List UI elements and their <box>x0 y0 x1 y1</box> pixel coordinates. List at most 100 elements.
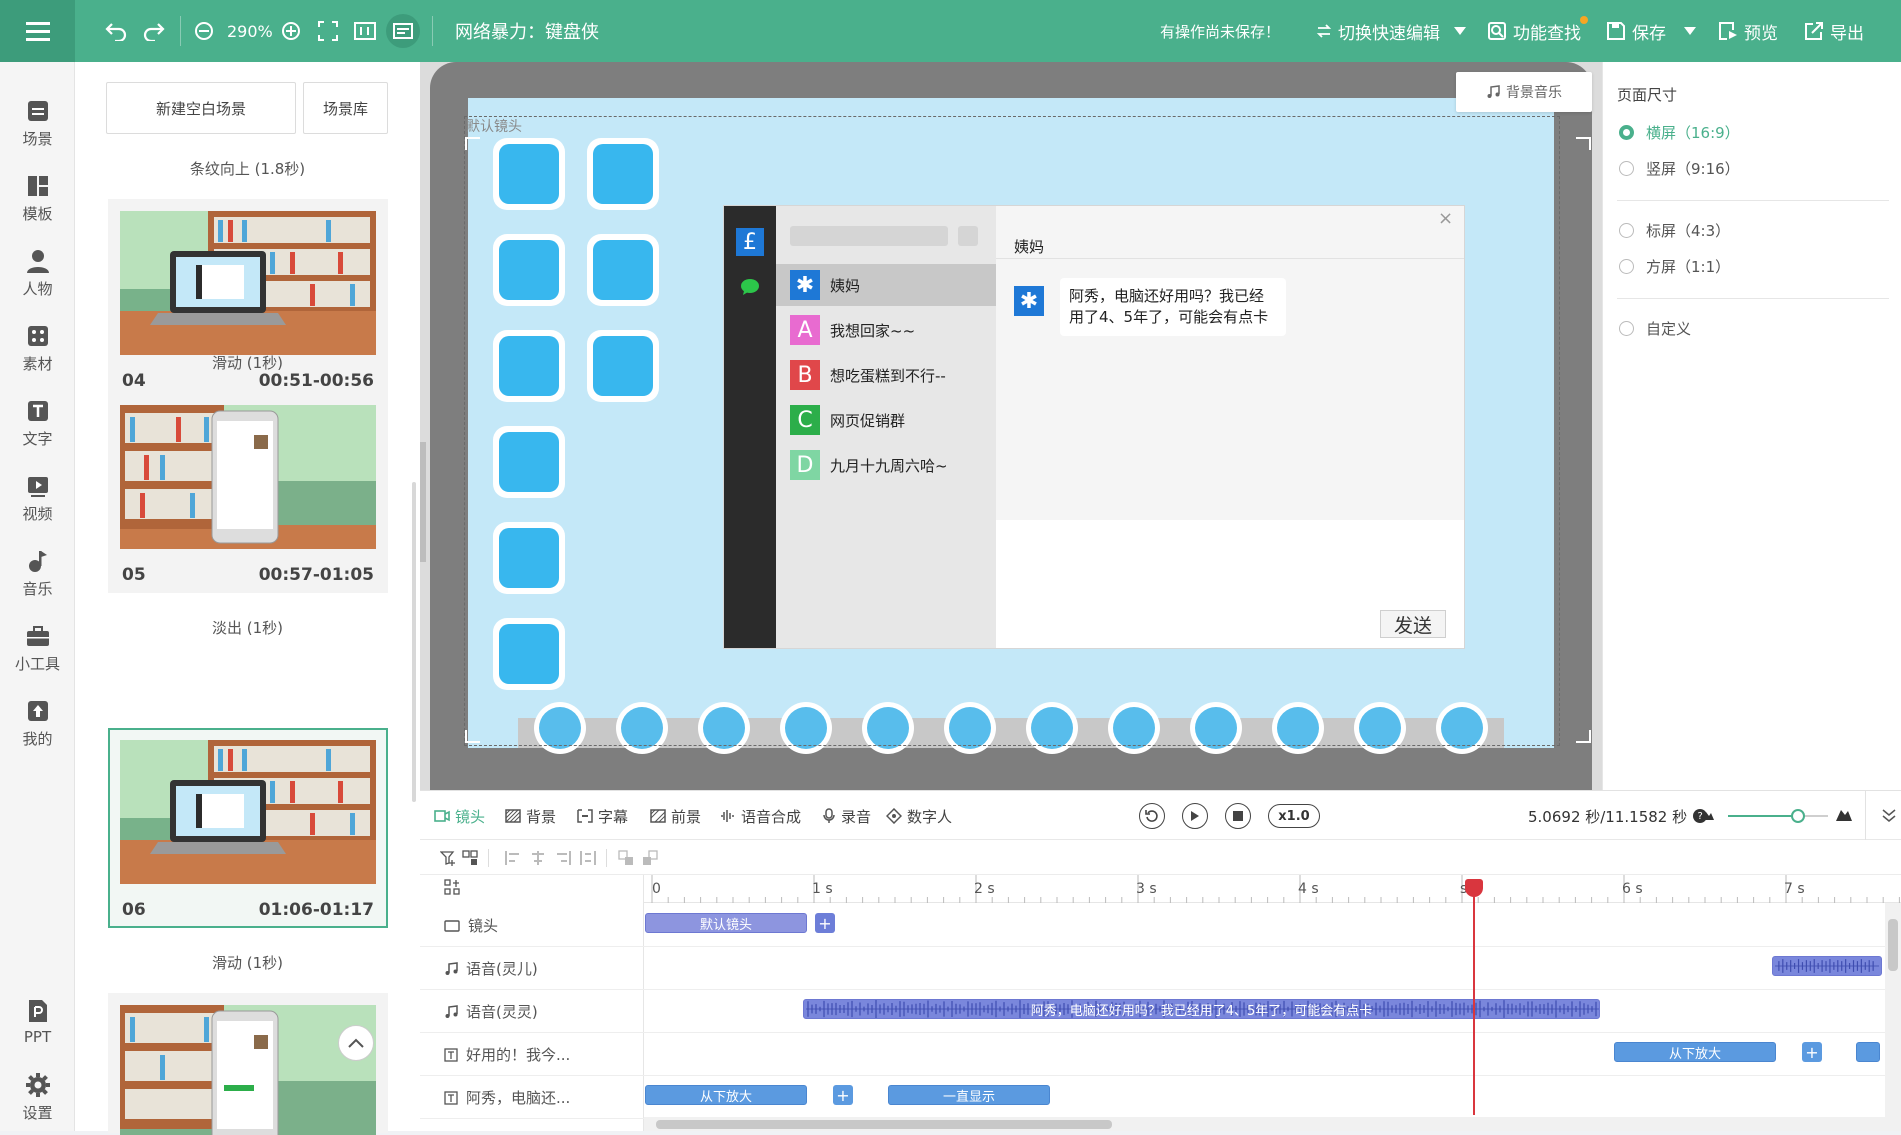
save-options-chevron-icon[interactable] <box>1676 17 1704 45</box>
add-camera-button[interactable]: + <box>815 913 835 933</box>
timeline-tools <box>420 840 1901 875</box>
scene-card-05[interactable]: 05 00:57-01:05 <box>108 393 388 593</box>
track-settings-icon[interactable] <box>444 879 460 895</box>
preview-button[interactable]: 预览 <box>1718 0 1778 62</box>
zoom-large-icon[interactable] <box>1836 807 1852 821</box>
stage-scrollbar[interactable] <box>420 442 426 562</box>
add-text1-animation-button[interactable]: + <box>1802 1042 1822 1062</box>
group-icon[interactable] <box>462 850 478 866</box>
nav-item-material[interactable]: 素材 <box>0 313 75 383</box>
music-note-icon <box>445 1004 458 1018</box>
transition-label[interactable]: 条纹向上 (1.8秒) <box>75 158 420 179</box>
transition-label[interactable]: 淡出 (1秒) <box>75 617 420 638</box>
feature-search-button[interactable]: 功能查找 <box>1487 0 1581 62</box>
tab-record[interactable]: 录音 <box>822 791 871 841</box>
ratio-9-16-option[interactable]: 竖屏（9:16） <box>1619 158 1740 179</box>
bg-music-button[interactable]: 背景音乐 <box>1456 72 1592 112</box>
stop-button[interactable] <box>1225 803 1251 829</box>
tab-background[interactable]: 背景 <box>505 791 556 841</box>
scene-card-07[interactable] <box>108 993 388 1135</box>
timeline-vscroll[interactable] <box>1885 903 1901 1117</box>
zoom-in-icon[interactable] <box>277 17 305 45</box>
tab-subtitle[interactable]: 字幕 <box>577 791 628 841</box>
tab-foreground[interactable]: 前景 <box>650 791 701 841</box>
nav-item-mine[interactable]: 我的 <box>0 688 75 758</box>
tab-camera[interactable]: 镜头 <box>434 791 485 841</box>
transition-label[interactable]: 滑动 (1秒) <box>75 952 420 973</box>
zoom-slider-handle[interactable] <box>1791 809 1805 823</box>
microphone-icon <box>823 808 835 823</box>
track-name: 语音(灵灵) <box>466 1003 538 1021</box>
ratio-16-9-option[interactable]: 横屏（16:9） <box>1619 122 1740 143</box>
align-right-icon[interactable] <box>555 850 571 866</box>
hscroll-thumb[interactable] <box>656 1120 1112 1129</box>
nav-item-template[interactable]: 模板 <box>0 163 75 233</box>
nav-item-video[interactable]: 视频 <box>0 463 75 533</box>
undo-icon[interactable] <box>102 17 130 45</box>
align-center-icon[interactable] <box>530 850 546 866</box>
scene-library-button[interactable]: 场景库 <box>303 82 388 134</box>
zoom-small-icon[interactable] <box>1702 810 1714 820</box>
text1-clip-end[interactable] <box>1856 1042 1880 1062</box>
new-blank-scene-button[interactable]: 新建空白场景 <box>106 82 296 134</box>
track-label-voice2[interactable]: 语音(灵灵) <box>444 1001 538 1022</box>
tab-tts[interactable]: 语音合成 <box>720 791 801 841</box>
text2-enter-clip[interactable]: 从下放大 <box>645 1085 807 1105</box>
playback-speed-button[interactable]: x1.0 <box>1268 804 1320 828</box>
timeline-hscroll[interactable] <box>644 1117 1901 1131</box>
subtitle-editor-icon[interactable] <box>386 14 420 48</box>
distribute-icon[interactable] <box>580 850 596 866</box>
ratio-4-3-option[interactable]: 标屏（4:3） <box>1619 220 1730 241</box>
add-text2-animation-button[interactable]: + <box>833 1085 853 1105</box>
ruler-label: 2 s <box>974 881 995 897</box>
text2-hold-clip[interactable]: 一直显示 <box>888 1085 1050 1105</box>
timeline: 镜头 语音(灵儿) 语音(灵灵) 好用的！我今... 阿秀，电脑还... 0 1… <box>420 875 1901 1131</box>
nav-item-ppt[interactable]: PPT <box>0 987 75 1057</box>
switch-mode-button[interactable]: 切换快速编辑 <box>1316 0 1440 62</box>
vscroll-thumb[interactable] <box>1888 919 1898 971</box>
project-title[interactable]: 网络暴力：键盘侠 <box>455 0 599 62</box>
camera-clip[interactable]: 默认镜头 <box>645 913 807 933</box>
track-label-camera[interactable]: 镜头 <box>444 915 498 936</box>
redo-icon[interactable] <box>140 17 168 45</box>
menu-icon[interactable] <box>0 0 75 62</box>
actual-size-icon[interactable] <box>351 17 379 45</box>
voice2-clip[interactable]: 阿秀，电脑还好用吗？我已经用了4、5年了，可能会有点卡 <box>803 999 1600 1019</box>
rewind-button[interactable] <box>1139 803 1165 829</box>
nav-item-toolbox[interactable]: 小工具 <box>0 613 75 683</box>
add-track-icon[interactable] <box>440 850 456 866</box>
track-label-voice1[interactable]: 语音(灵儿) <box>444 958 538 979</box>
nav-item-music[interactable]: 音乐 <box>0 538 75 608</box>
nav-item-settings[interactable]: 设置 <box>0 1062 75 1132</box>
track-label-text2[interactable]: 阿秀，电脑还... <box>444 1087 570 1108</box>
tab-label: 背景 <box>526 807 557 826</box>
nav-item-person[interactable]: 人物 <box>0 238 75 308</box>
ruler-label: 3 s <box>1136 881 1157 897</box>
play-button[interactable] <box>1182 803 1208 829</box>
bring-forward-icon[interactable] <box>618 850 634 866</box>
time-ruler[interactable]: 0 1 s 2 s 3 s 4 s s 6 s 7 s <box>644 875 1901 903</box>
chevron-down-icon[interactable] <box>1446 17 1474 45</box>
playhead[interactable] <box>1465 879 1484 1115</box>
ratio-1-1-option[interactable]: 方屏（1:1） <box>1619 256 1730 277</box>
export-button[interactable]: 导出 <box>1804 0 1864 62</box>
scene-scrollbar[interactable] <box>412 482 416 802</box>
tab-digital-human[interactable]: 数字人 <box>886 791 952 841</box>
nav-item-text[interactable]: 文字 <box>0 388 75 458</box>
radio-button <box>1619 321 1634 336</box>
ratio-custom-option[interactable]: 自定义 <box>1619 318 1691 339</box>
text1-clip[interactable]: 从下放大 <box>1614 1042 1776 1062</box>
voice1-clip[interactable] <box>1772 956 1882 976</box>
nav-item-scene[interactable]: 场景 <box>0 88 75 158</box>
scroll-top-button[interactable] <box>338 1025 374 1061</box>
track-label-text1[interactable]: 好用的！我今... <box>444 1044 570 1065</box>
transition-label[interactable]: 滑动 (1秒) <box>75 352 420 373</box>
tab-label: 录音 <box>841 807 872 826</box>
zoom-out-icon[interactable] <box>190 17 218 45</box>
save-button[interactable]: 保存 <box>1606 0 1666 62</box>
fullscreen-icon[interactable] <box>314 17 342 45</box>
align-left-icon[interactable] <box>505 850 521 866</box>
scene-card-06[interactable]: 06 01:06-01:17 <box>108 728 388 928</box>
send-backward-icon[interactable] <box>642 850 658 866</box>
collapse-chevron-icon[interactable] <box>1882 809 1896 823</box>
